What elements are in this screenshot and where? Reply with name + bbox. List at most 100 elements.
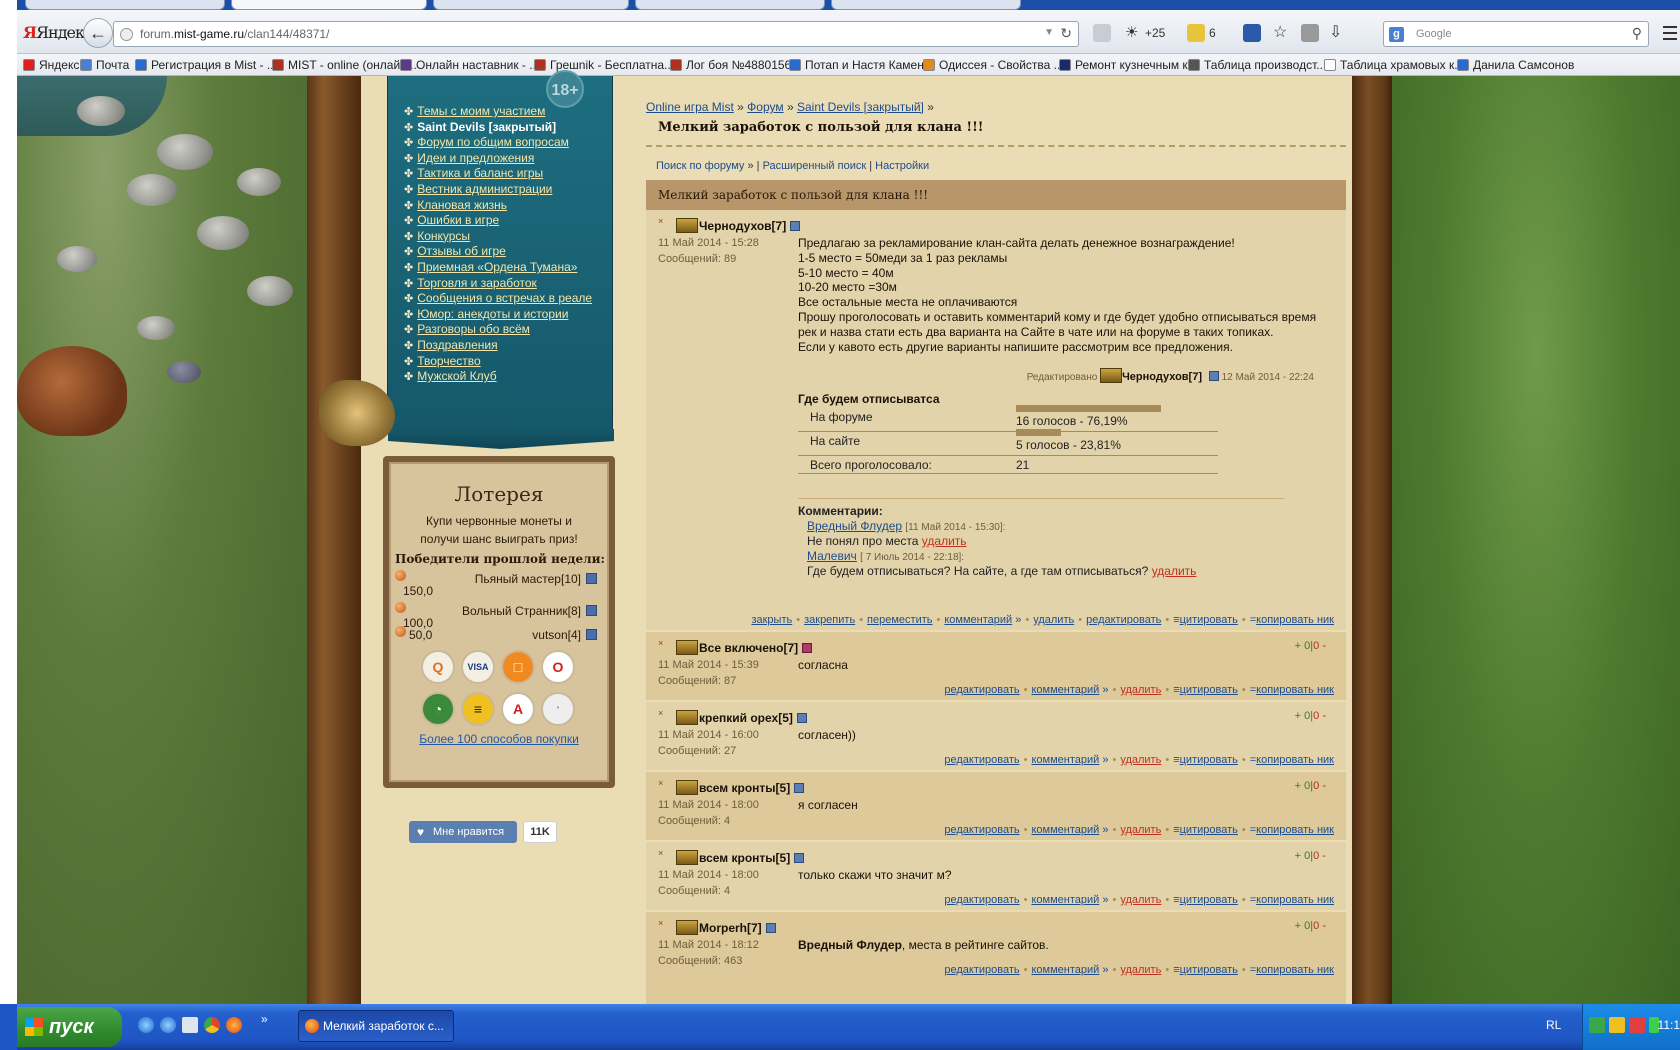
bookmark-item[interactable]: Почта	[80, 58, 129, 72]
vote-minus-button[interactable]: -	[1322, 710, 1326, 722]
chrome-icon[interactable]	[204, 1017, 220, 1033]
bookmark-item[interactable]: Одиссея - Свойства ...	[923, 58, 1064, 72]
author-name[interactable]: Morperh[7]	[699, 921, 762, 935]
comment-link[interactable]: комментарий	[944, 614, 1012, 626]
author-name[interactable]: всем кронты[5]	[699, 781, 790, 795]
post-author[interactable]: крепкий орех[5]	[699, 711, 807, 725]
desktop-icon[interactable]	[138, 1017, 154, 1033]
winner-name[interactable]: vutson[4]	[532, 628, 581, 642]
comment-author[interactable]: Вредный Флудер	[807, 519, 902, 533]
chevron-down-icon[interactable]: »	[1102, 824, 1108, 836]
forum-nav-link[interactable]: Торговля и заработок	[417, 276, 537, 290]
browser-tab[interactable]	[433, 0, 629, 10]
info-icon[interactable]	[790, 221, 801, 231]
forum-nav-link[interactable]: Идеи и предложения	[417, 151, 534, 165]
edit-link[interactable]: редактировать	[944, 684, 1019, 696]
forum-nav-link[interactable]: Творчество	[417, 354, 480, 368]
quote-link[interactable]: цитировать	[1180, 614, 1238, 626]
pin-link[interactable]: закрепить	[804, 614, 855, 626]
delete-link[interactable]: удалить	[1120, 894, 1161, 906]
post-author[interactable]: Чернодухов[7]	[699, 219, 801, 233]
quote-link[interactable]: цитировать	[1180, 894, 1238, 906]
forum-nav-item[interactable]: ✤ Идеи и предложения	[404, 151, 592, 167]
forum-nav-link[interactable]: Разговоры обо всём	[417, 322, 530, 336]
forum-nav-item[interactable]: ✤ Тактика и баланс игры	[404, 166, 592, 182]
info-icon[interactable]	[796, 713, 807, 723]
delete-link[interactable]: удалить	[1120, 824, 1161, 836]
address-bar[interactable]: forum.mist-game.ru/clan144/48371/ ▼ ↻	[113, 21, 1079, 47]
copy-nick-link[interactable]: копировать ник	[1256, 684, 1334, 696]
forum-nav-link[interactable]: Клановая жизнь	[417, 198, 507, 212]
back-button[interactable]: ←	[83, 18, 113, 48]
megafon-icon[interactable]: ◔	[421, 692, 455, 726]
winner-name[interactable]: Пьяный мастер[10]	[475, 572, 581, 586]
forum-nav-item[interactable]: ✤ Сообщения о встречах в реале	[404, 291, 592, 307]
copy-nick-link[interactable]: копировать ник	[1256, 894, 1334, 906]
comment-link[interactable]: комментарий	[1031, 754, 1099, 766]
bookmark-item[interactable]: Онлайн наставник - ...	[400, 58, 539, 72]
forum-nav-item[interactable]: ✤ Отзывы об игре	[404, 244, 592, 260]
move-link[interactable]: переместить	[867, 614, 932, 626]
clipboard-icon[interactable]	[1301, 24, 1319, 42]
info-icon[interactable]	[586, 629, 597, 640]
bookmark-item[interactable]: Таблица храмовых к...	[1324, 58, 1464, 72]
forum-nav-link[interactable]: Конкурсы	[417, 229, 470, 243]
vote-plus-button[interactable]: +	[1295, 850, 1301, 862]
forum-nav-item[interactable]: ✤ Разговоры обо всём	[404, 322, 592, 338]
browser-tab-active[interactable]	[231, 0, 427, 10]
edit-link[interactable]: редактировать	[944, 894, 1019, 906]
forum-nav-item[interactable]: ✤ Торговля и заработок	[404, 276, 592, 292]
forum-nav-item[interactable]: ✤ Ошибки в игре	[404, 213, 592, 229]
post-author[interactable]: Morperh[7]	[699, 921, 776, 935]
forum-nav-item[interactable]: ✤ Темы с моим участием	[404, 104, 592, 120]
forum-nav-item[interactable]: ✤ Вестник администрации	[404, 182, 592, 198]
vote-minus-button[interactable]: -	[1322, 640, 1326, 652]
info-icon[interactable]	[794, 853, 805, 863]
bookmark-item[interactable]: Данила Самсонов	[1457, 58, 1574, 72]
alfa-bank-icon[interactable]: A	[501, 692, 535, 726]
forum-nav-link[interactable]: Мужской Клуб	[417, 369, 496, 383]
edited-by[interactable]: Чернодухов[7]	[1122, 371, 1202, 383]
quote-link[interactable]: цитировать	[1180, 824, 1238, 836]
winner-name[interactable]: Вольный Странник[8]	[462, 604, 581, 618]
start-button[interactable]: пуск	[17, 1007, 122, 1047]
quote-link[interactable]: цитировать	[1180, 684, 1238, 696]
tray-icon[interactable]	[1629, 1017, 1645, 1033]
chevron-down-icon[interactable]: »	[1102, 684, 1108, 696]
forum-nav-link[interactable]: Saint Devils [закрытый]	[417, 120, 556, 134]
bookmark-item[interactable]: Яндекс	[23, 58, 79, 72]
star-icon[interactable]: ☆	[1273, 22, 1287, 42]
forum-nav-link[interactable]: Отзывы об игре	[417, 244, 506, 258]
forum-nav-link[interactable]: Форум по общим вопросам	[417, 135, 569, 149]
comment-link[interactable]: комментарий	[1031, 684, 1099, 696]
weather-text[interactable]: +25	[1145, 26, 1165, 40]
info-icon[interactable]	[802, 643, 813, 653]
volume-icon[interactable]	[1609, 1017, 1625, 1033]
language-indicator[interactable]: RL	[1546, 1018, 1561, 1032]
author-name[interactable]: всем кронты[5]	[699, 851, 790, 865]
vote-plus-button[interactable]: +	[1295, 920, 1301, 932]
breadcrumb-home[interactable]: Online игра Mist	[646, 100, 734, 114]
info-icon[interactable]	[765, 923, 776, 933]
quote-link[interactable]: цитировать	[1180, 754, 1238, 766]
forum-nav-item[interactable]: ✤ Приемная «Ордена Тумана»	[404, 260, 592, 276]
vote-minus-button[interactable]: -	[1322, 780, 1326, 792]
edit-link[interactable]: редактировать	[944, 754, 1019, 766]
forum-nav-item[interactable]: ✤ Конкурсы	[404, 229, 592, 245]
forum-nav-link[interactable]: Темы с моим участием	[417, 104, 545, 118]
mail-client-icon[interactable]	[1093, 24, 1111, 42]
mail-icon[interactable]	[1187, 24, 1205, 42]
browser-tab[interactable]	[831, 0, 1021, 10]
comment-delete-link[interactable]: удалить	[922, 534, 967, 548]
post-author[interactable]: Все включено[7]	[699, 641, 813, 655]
info-icon[interactable]	[586, 573, 597, 584]
beeline-icon[interactable]: ≡	[461, 692, 495, 726]
forum-nav-item[interactable]: ✤ Творчество	[404, 354, 592, 370]
vote-minus-button[interactable]: -	[1322, 850, 1326, 862]
close-link[interactable]: закрыть	[751, 614, 792, 626]
comment-link[interactable]: комментарий	[1031, 964, 1099, 976]
chevron-down-icon[interactable]: »	[747, 160, 753, 172]
comment-link[interactable]: комментарий	[1031, 824, 1099, 836]
explorer-icon[interactable]	[182, 1017, 198, 1033]
forum-nav-item[interactable]: ✤ Мужской Клуб	[404, 369, 592, 385]
